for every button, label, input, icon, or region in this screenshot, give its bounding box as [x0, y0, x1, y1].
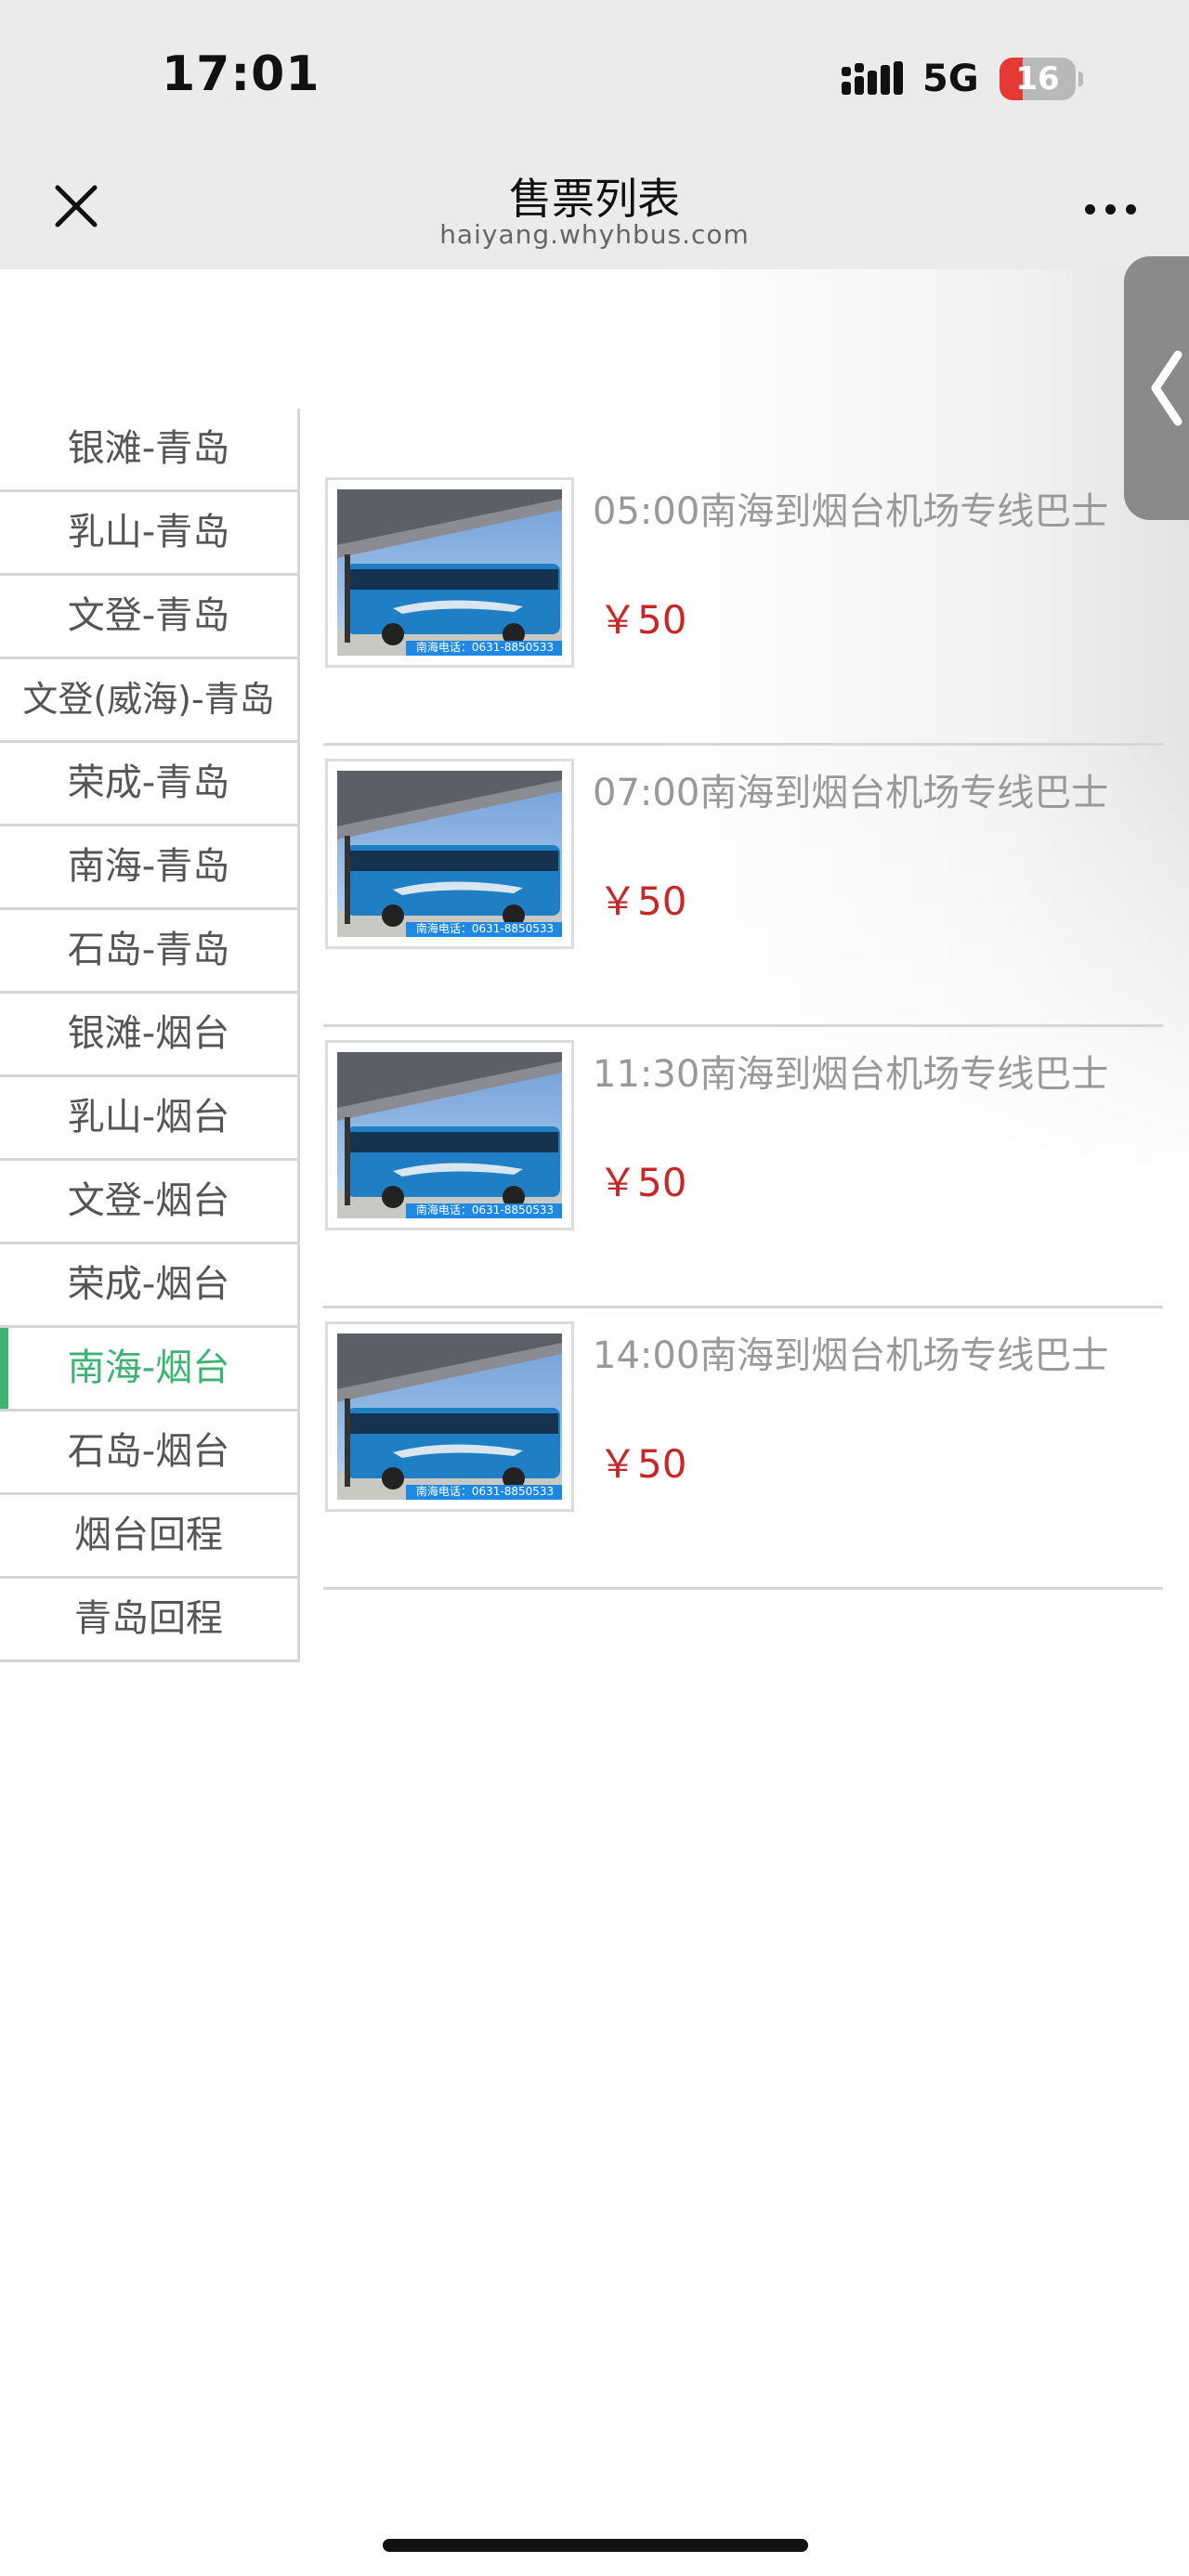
sidebar-item[interactable]: 石岛-青岛: [0, 910, 297, 994]
chevron-left-icon: [1151, 350, 1182, 426]
sidebar-item[interactable]: 南海-烟台: [0, 1328, 297, 1412]
page-title: 售票列表: [509, 174, 680, 224]
bus-thumbnail: 南海电话：0631-8850533: [325, 477, 574, 668]
battery-percent: 16: [1015, 60, 1060, 98]
sidebar-item[interactable]: 荣成-青岛: [0, 743, 297, 826]
sidebar-item[interactable]: 乳山-烟台: [0, 1077, 297, 1161]
bus-thumbnail: 南海电话：0631-8850533: [325, 759, 574, 949]
ticket-title: 11:30南海到烟台机场专线巴士: [593, 1053, 1109, 1096]
ticket-list-item[interactable]: 南海电话：0631-8850533 14:00南海到烟台机场专线巴士 ￥50: [323, 1308, 1163, 1590]
page-subtitle-domain: haiyang.whyhbus.com: [439, 219, 750, 250]
ticket-price: ￥50: [598, 1441, 687, 1487]
status-time: 17:01: [162, 46, 320, 102]
thumbnail-caption: 南海电话：0631-8850533: [415, 641, 555, 654]
ticket-list: 南海电话：0631-8850533 05:00南海到烟台机场专线巴士 ￥50 南海电话…: [323, 464, 1163, 1590]
bus-thumbnail: 南海电话：0631-8850533: [325, 1040, 574, 1230]
home-indicator: [383, 2539, 808, 2552]
ticket-title: 05:00南海到烟台机场专线巴士: [593, 490, 1109, 533]
ticket-list-item[interactable]: 南海电话：0631-8850533 05:00南海到烟台机场专线巴士 ￥50: [323, 464, 1163, 746]
sidebar-item[interactable]: 南海-青岛: [0, 826, 297, 910]
thumbnail-caption: 南海电话：0631-8850533: [415, 1485, 555, 1498]
network-label: 5G: [922, 58, 979, 100]
sidebar-item[interactable]: 银滩-烟台: [0, 994, 297, 1077]
signal-icon: [842, 61, 903, 95]
sidebar-item[interactable]: 荣成-烟台: [0, 1244, 297, 1328]
side-tab-button[interactable]: [1124, 256, 1189, 520]
ticket-title: 07:00南海到烟台机场专线巴士: [593, 772, 1109, 814]
more-icon: [1085, 204, 1095, 215]
battery-icon: 16: [1000, 58, 1083, 102]
sidebar-item[interactable]: 石岛-烟台: [0, 1412, 297, 1495]
sidebar-item[interactable]: 文登(威海)-青岛: [0, 659, 297, 743]
bus-thumbnail: 南海电话：0631-8850533: [325, 1321, 574, 1512]
route-sidebar: 银滩-青岛 乳山-青岛 文登-青岛 文登(威海)-青岛 荣成-青岛 南海-青岛 石岛-青岛银…: [0, 409, 300, 1662]
sidebar-item[interactable]: 文登-烟台: [0, 1161, 297, 1244]
ticket-price: ￥50: [598, 1160, 687, 1205]
sidebar-item[interactable]: 烟台回程: [0, 1495, 297, 1579]
sidebar-item[interactable]: 青岛回程: [0, 1579, 297, 1662]
sidebar-item[interactable]: 乳山-青岛: [0, 492, 297, 576]
top-bar: 17:01 5G 16 售票列表 haiyang.whyhbus.com: [0, 0, 1189, 269]
thumbnail-caption: 南海电话：0631-8850533: [415, 1203, 555, 1216]
page: 17:01 5G 16 售票列表 haiyang.whyhbus.com 银滩-…: [0, 0, 1189, 2576]
ticket-title: 14:00南海到烟台机场专线巴士: [593, 1334, 1109, 1377]
more-button[interactable]: [1078, 186, 1144, 230]
ticket-price: ￥50: [598, 597, 687, 643]
thumbnail-caption: 南海电话：0631-8850533: [415, 922, 555, 935]
ticket-list-item[interactable]: 南海电话：0631-8850533 11:30南海到烟台机场专线巴士 ￥50: [323, 1027, 1163, 1308]
ticket-list-item[interactable]: 南海电话：0631-8850533 07:00南海到烟台机场专线巴士 ￥50: [323, 746, 1163, 1027]
sidebar-item[interactable]: 文登-青岛: [0, 576, 297, 659]
ticket-price: ￥50: [598, 878, 687, 924]
sidebar-item[interactable]: 银滩-青岛: [0, 409, 297, 492]
